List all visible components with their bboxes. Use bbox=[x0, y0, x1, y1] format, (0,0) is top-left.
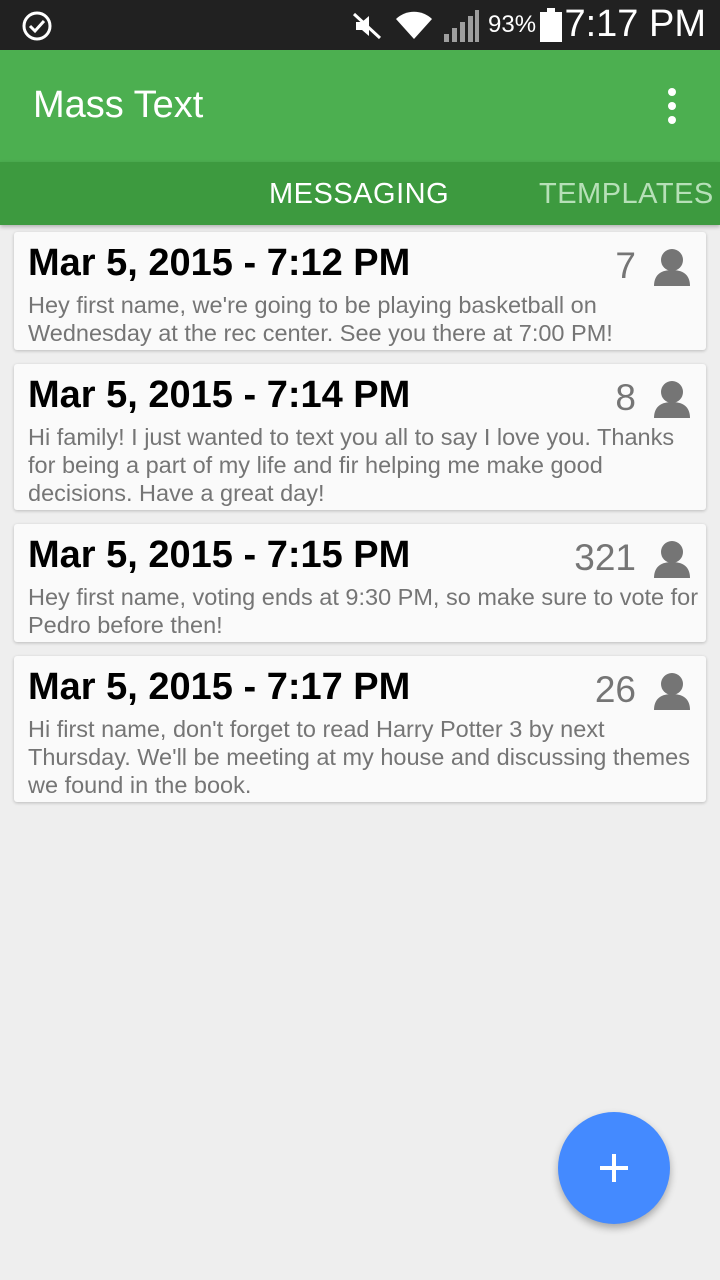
battery-icon bbox=[540, 8, 562, 42]
message-card[interactable]: Mar 5, 2015 - 7:17 PM 26 Hi first name, … bbox=[14, 656, 706, 802]
message-date: Mar 5, 2015 - 7:14 PM bbox=[28, 374, 411, 416]
recipient-count: 26 bbox=[594, 669, 636, 710]
status-time: 7:17 PM bbox=[564, 3, 706, 45]
person-icon bbox=[654, 541, 690, 578]
message-date: Mar 5, 2015 - 7:17 PM bbox=[28, 666, 411, 708]
battery-percentage: 93% bbox=[488, 11, 537, 38]
message-text: Hey first name, we're going to be playin… bbox=[28, 292, 613, 346]
status-bar: 93% 7:17 PM bbox=[0, 0, 720, 50]
tab-messaging[interactable]: MESSAGING bbox=[269, 178, 449, 211]
recipient-count: 321 bbox=[574, 537, 636, 578]
app-bar: Mass Text bbox=[0, 50, 720, 162]
recipient-count: 8 bbox=[615, 377, 636, 418]
message-card[interactable]: Mar 5, 2015 - 7:15 PM 321 Hey first name… bbox=[14, 524, 706, 642]
app-title: Mass Text bbox=[33, 84, 204, 126]
tab-templates[interactable]: TEMPLATES bbox=[539, 178, 714, 211]
message-date: Mar 5, 2015 - 7:15 PM bbox=[28, 534, 411, 576]
person-icon bbox=[654, 381, 690, 418]
message-text: Hi first name, don't forget to read Harr… bbox=[28, 716, 690, 798]
new-message-button[interactable] bbox=[558, 1112, 670, 1224]
message-card[interactable]: Mar 5, 2015 - 7:14 PM 8 Hi family! I jus… bbox=[14, 364, 706, 510]
tab-bar: MESSAGING TEMPLATES bbox=[0, 162, 720, 225]
person-icon bbox=[654, 249, 690, 286]
recipient-count: 7 bbox=[615, 245, 636, 286]
message-text: Hey first name, voting ends at 9:30 PM, … bbox=[28, 584, 699, 638]
message-card[interactable]: Mar 5, 2015 - 7:12 PM 7 Hey first name, … bbox=[14, 232, 706, 350]
mute-icon bbox=[352, 12, 382, 40]
check-circle-icon bbox=[22, 11, 52, 41]
signal-icon bbox=[444, 10, 479, 42]
message-date: Mar 5, 2015 - 7:12 PM bbox=[28, 242, 411, 284]
more-vert-icon[interactable] bbox=[652, 80, 692, 132]
message-text: Hi family! I just wanted to text you all… bbox=[28, 424, 675, 506]
person-icon bbox=[654, 673, 690, 710]
plus-icon bbox=[600, 1154, 628, 1182]
wifi-icon bbox=[396, 11, 432, 40]
